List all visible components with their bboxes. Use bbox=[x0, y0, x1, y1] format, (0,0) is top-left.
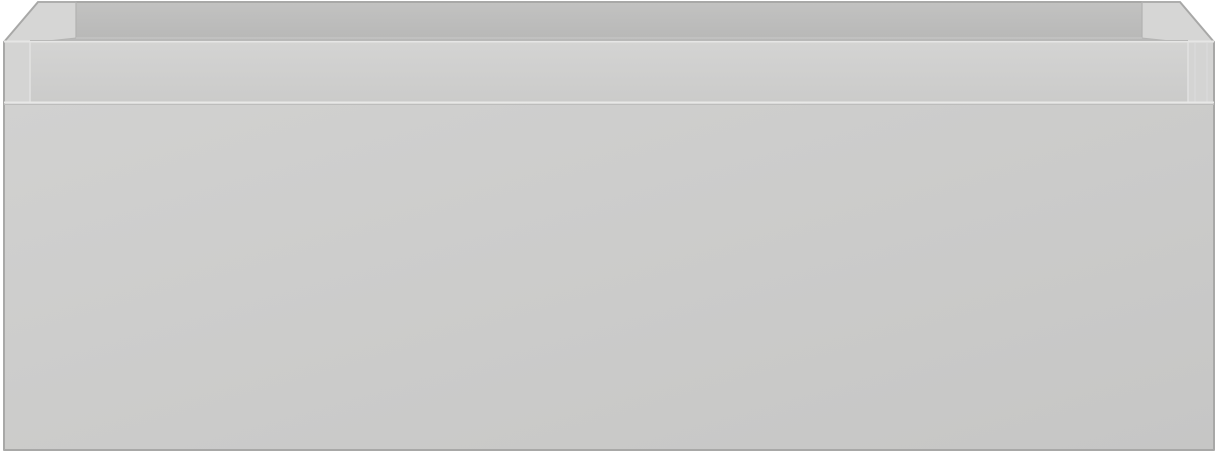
drawer-right-post bbox=[1188, 41, 1214, 102]
drawer-top-rim bbox=[30, 41, 1188, 102]
drawer-back-panel bbox=[76, 2, 1142, 40]
product-image-scene bbox=[0, 0, 1218, 452]
drawer-left-post bbox=[4, 41, 30, 102]
drawer-inner-left-wall bbox=[4, 2, 76, 42]
drawer-illustration bbox=[3, 1, 1215, 451]
drawer-inner-right-wall bbox=[1142, 2, 1214, 42]
drawer-front-panel bbox=[4, 103, 1214, 450]
